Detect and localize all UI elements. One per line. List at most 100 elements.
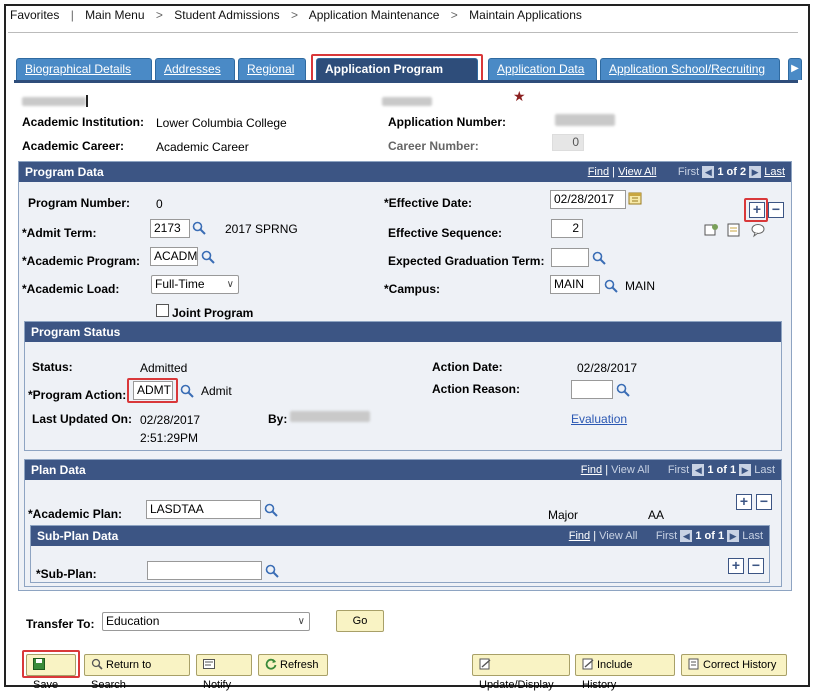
by-label: By: bbox=[268, 412, 288, 426]
expected-graduation-lookup-icon[interactable] bbox=[592, 251, 606, 265]
academic-program-label: *Academic Program: bbox=[22, 254, 141, 268]
prev-arrow-icon[interactable]: ◀ bbox=[702, 166, 715, 179]
search-icon bbox=[91, 657, 103, 670]
sub-plan-lookup-icon[interactable] bbox=[265, 564, 279, 578]
academic-career-label: Academic Career: bbox=[22, 139, 125, 153]
nav-favorites[interactable]: Favorites bbox=[10, 8, 59, 22]
delete-row-icon[interactable]: − bbox=[768, 202, 784, 218]
plan-next-arrow-icon[interactable]: ▶ bbox=[739, 464, 752, 477]
nav-application-maintenance[interactable]: Application Maintenance bbox=[309, 8, 440, 22]
effective-date-label: *Effective Date: bbox=[384, 196, 473, 210]
student-id-redacted bbox=[382, 97, 432, 106]
academic-institution-label: Academic Institution: bbox=[22, 115, 145, 129]
sub-plan-add-row-icon[interactable]: + bbox=[728, 558, 744, 574]
admit-term-input[interactable]: 2173 bbox=[150, 219, 190, 238]
evaluation-link[interactable]: Evaluation bbox=[571, 412, 627, 426]
tabs-scroll-right-icon[interactable]: ▶ bbox=[788, 58, 802, 80]
academic-plan-lookup-icon[interactable] bbox=[264, 503, 278, 517]
academic-plan-input[interactable]: LASDTAA bbox=[146, 500, 261, 519]
academic-program-input[interactable]: ACADM bbox=[150, 247, 198, 266]
tab-biographical-details[interactable]: Biographical Details bbox=[16, 58, 152, 80]
admit-term-lookup-icon[interactable] bbox=[192, 221, 206, 235]
sub-plan-last-link[interactable]: Last bbox=[742, 530, 763, 542]
update-display-icon bbox=[479, 657, 491, 670]
action-reason-input[interactable] bbox=[571, 380, 613, 399]
campus-lookup-icon[interactable] bbox=[604, 279, 618, 293]
sub-plan-prev-arrow-icon[interactable]: ◀ bbox=[680, 530, 693, 543]
nav-main-menu[interactable]: Main Menu bbox=[85, 8, 144, 22]
academic-load-label: *Academic Load: bbox=[22, 282, 120, 296]
go-button[interactable]: Go bbox=[336, 610, 384, 632]
program-detail-icon[interactable] bbox=[704, 222, 720, 238]
tab-application-school-recruiting[interactable]: Application School/Recruiting bbox=[600, 58, 780, 80]
highlight-active-tab bbox=[311, 54, 483, 82]
next-arrow-icon[interactable]: ▶ bbox=[749, 166, 762, 179]
plan-degree: AA bbox=[648, 508, 665, 522]
notify-button[interactable]: Notify bbox=[196, 654, 252, 691]
calendar-icon[interactable] bbox=[628, 191, 644, 207]
expected-graduation-term-input[interactable] bbox=[551, 248, 589, 267]
admit-term-label: *Admit Term: bbox=[22, 226, 97, 240]
tab-regional[interactable]: Regional bbox=[238, 58, 306, 80]
action-reason-label: Action Reason: bbox=[432, 382, 521, 396]
sub-plan-delete-row-icon[interactable]: − bbox=[748, 558, 764, 574]
comment-bubble-icon[interactable] bbox=[750, 222, 766, 238]
program-data-find-link[interactable]: Find bbox=[588, 166, 609, 178]
action-date-label: Action Date: bbox=[432, 360, 503, 374]
chevron-down-icon: ∨ bbox=[297, 616, 305, 627]
academic-program-lookup-icon[interactable] bbox=[201, 250, 215, 264]
highlight-save bbox=[22, 650, 80, 678]
sub-plan-input[interactable] bbox=[147, 561, 262, 580]
sub-plan-label: *Sub-Plan: bbox=[36, 567, 97, 581]
plan-data-view-all-link[interactable]: View All bbox=[611, 464, 649, 476]
sub-plan-find-link[interactable]: Find bbox=[569, 530, 590, 542]
sub-plan-next-arrow-icon[interactable]: ▶ bbox=[727, 530, 740, 543]
plan-data-find-link[interactable]: Find bbox=[581, 464, 602, 476]
return-to-search-button[interactable]: Return to Search bbox=[84, 654, 190, 691]
nav-student-admissions[interactable]: Student Admissions bbox=[174, 8, 279, 22]
required-star-icon: ★ bbox=[513, 88, 526, 104]
tab-addresses[interactable]: Addresses bbox=[155, 58, 235, 80]
plan-prev-arrow-icon[interactable]: ◀ bbox=[692, 464, 705, 477]
transfer-to-select[interactable]: Education ∨ bbox=[102, 612, 310, 631]
highlight-add-row bbox=[744, 198, 768, 222]
correct-history-icon bbox=[688, 657, 700, 670]
program-status-header: Program Status bbox=[25, 322, 781, 342]
academic-institution-value: Lower Columbia College bbox=[156, 116, 287, 130]
last-updated-date: 02/28/2017 bbox=[140, 413, 201, 427]
effective-sequence-input[interactable]: 2 bbox=[551, 219, 583, 238]
nav-maintain-applications[interactable]: Maintain Applications bbox=[469, 8, 582, 22]
program-number-value: 0 bbox=[156, 197, 163, 211]
sub-plan-view-all-link[interactable]: View All bbox=[599, 530, 637, 542]
plan-delete-row-icon[interactable]: − bbox=[756, 494, 772, 510]
program-action-lookup-icon[interactable] bbox=[180, 384, 194, 398]
campus-label: *Campus: bbox=[384, 282, 441, 296]
effective-sequence-label: Effective Sequence: bbox=[388, 226, 503, 240]
notes-icon[interactable] bbox=[726, 222, 742, 238]
correct-history-button[interactable]: Correct History bbox=[681, 654, 787, 676]
tab-application-data[interactable]: Application Data bbox=[488, 58, 597, 80]
program-action-description: Admit bbox=[201, 384, 232, 398]
action-date-value: 02/28/2017 bbox=[577, 361, 638, 375]
academic-load-select[interactable]: Full-Time ∨ bbox=[151, 275, 239, 294]
program-data-header: Program Data Find | View All First ◀ 1 o… bbox=[19, 162, 791, 182]
campus-description: MAIN bbox=[625, 279, 655, 293]
program-data-last-link[interactable]: Last bbox=[764, 166, 785, 178]
plan-data-last-link[interactable]: Last bbox=[754, 464, 775, 476]
refresh-button[interactable]: Refresh bbox=[258, 654, 328, 676]
last-updated-time: 2:51:29PM bbox=[140, 431, 199, 445]
include-history-button[interactable]: Include History bbox=[575, 654, 675, 691]
application-number-redacted bbox=[555, 114, 615, 126]
campus-input[interactable]: MAIN bbox=[550, 275, 600, 294]
chevron-down-icon: ∨ bbox=[226, 279, 234, 290]
highlight-program-action bbox=[127, 378, 178, 403]
status-value: Admitted bbox=[140, 361, 188, 375]
effective-date-input[interactable]: 02/28/2017 bbox=[550, 190, 626, 209]
update-display-button[interactable]: Update/Display bbox=[472, 654, 570, 691]
plan-add-row-icon[interactable]: + bbox=[736, 494, 752, 510]
notify-icon bbox=[203, 657, 215, 669]
program-data-view-all-link[interactable]: View All bbox=[618, 166, 656, 178]
action-reason-lookup-icon[interactable] bbox=[616, 383, 630, 397]
joint-program-checkbox[interactable] bbox=[156, 304, 169, 317]
academic-plan-label: *Academic Plan: bbox=[28, 507, 123, 521]
